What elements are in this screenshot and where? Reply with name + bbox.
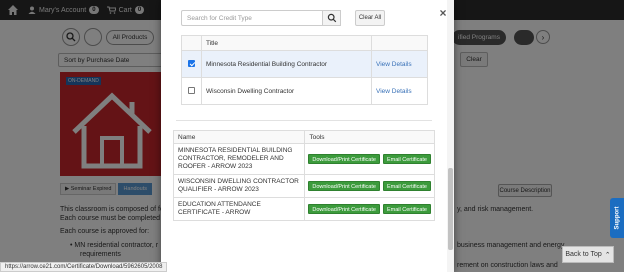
- credit-title: Minnesota Residential Building Contracto…: [201, 50, 372, 78]
- back-to-top-button[interactable]: Back to Top ⌃: [562, 246, 614, 263]
- certificate-tools: Download/Print Certificate Email Certific…: [304, 197, 435, 221]
- support-label: Support: [614, 206, 620, 230]
- view-details-link[interactable]: View Details: [376, 88, 412, 95]
- certificate-name: EDUCATION ATTENDANCE CERTIFICATE - ARROW: [172, 197, 306, 221]
- modal-scrollbar-thumb[interactable]: [448, 168, 453, 250]
- download-certificate-button[interactable]: Download/Print Certificate: [308, 154, 380, 164]
- checkbox-header: [181, 35, 202, 51]
- credit-type-search-input[interactable]: [181, 10, 323, 26]
- row-checkbox-checked[interactable]: [188, 60, 195, 68]
- email-certificate-button[interactable]: Email Certificate: [382, 204, 431, 214]
- search-icon: [327, 13, 336, 23]
- table-row[interactable]: Wisconsin Dwelling Contractor View Detai…: [181, 77, 428, 105]
- row-checkbox[interactable]: [188, 87, 195, 95]
- certificate-tools: Download/Print Certificate Email Certific…: [304, 174, 435, 198]
- clear-all-label: Clear All: [358, 15, 382, 21]
- tools-column-header: Tools: [304, 130, 435, 144]
- name-column-header: Name: [172, 130, 306, 144]
- view-details-link[interactable]: View Details: [376, 61, 412, 68]
- row-checkbox-cell: [181, 77, 202, 105]
- download-certificate-button[interactable]: Download/Print Certificate: [308, 204, 380, 214]
- table-row: MINNESOTA RESIDENTIAL BUILDING CONTRACTO…: [172, 143, 435, 175]
- table-row[interactable]: Minnesota Residential Building Contracto…: [181, 50, 428, 78]
- table-header-row: Name Tools: [172, 130, 435, 144]
- table-row: WISCONSIN DWELLING CONTRACTOR QUALIFIER …: [172, 174, 435, 198]
- table-row: EDUCATION ATTENDANCE CERTIFICATE - ARROW…: [172, 197, 435, 221]
- email-certificate-button[interactable]: Email Certificate: [382, 154, 431, 164]
- credit-type-table: Title Minnesota Residential Building Con…: [181, 35, 428, 105]
- email-certificate-button[interactable]: Email Certificate: [382, 181, 431, 191]
- search-button[interactable]: [322, 10, 341, 26]
- title-column-header: Title: [201, 35, 372, 51]
- back-to-top-label: Back to Top: [565, 251, 602, 258]
- certificate-tools: Download/Print Certificate Email Certific…: [304, 143, 435, 175]
- certificate-name: MINNESOTA RESIDENTIAL BUILDING CONTRACTO…: [172, 143, 306, 175]
- view-details-cell: View Details: [371, 77, 428, 105]
- details-column-header: [371, 35, 428, 51]
- section-divider: [176, 120, 432, 121]
- support-tab[interactable]: Support: [610, 198, 624, 238]
- view-details-cell: View Details: [371, 50, 428, 78]
- browser-status-url: https://arrow.ce21.com/Certificate/Downl…: [0, 262, 168, 272]
- credit-title: Wisconsin Dwelling Contractor: [201, 77, 372, 105]
- clear-all-button[interactable]: Clear All: [355, 10, 385, 26]
- table-header-row: Title: [181, 35, 428, 51]
- certificate-table: Name Tools MINNESOTA RESIDENTIAL BUILDIN…: [172, 130, 435, 221]
- certificate-name: WISCONSIN DWELLING CONTRACTOR QUALIFIER …: [172, 174, 306, 198]
- chevron-up-icon: ⌃: [604, 251, 611, 259]
- row-checkbox-cell: [181, 50, 202, 78]
- download-certificate-button[interactable]: Download/Print Certificate: [308, 181, 380, 191]
